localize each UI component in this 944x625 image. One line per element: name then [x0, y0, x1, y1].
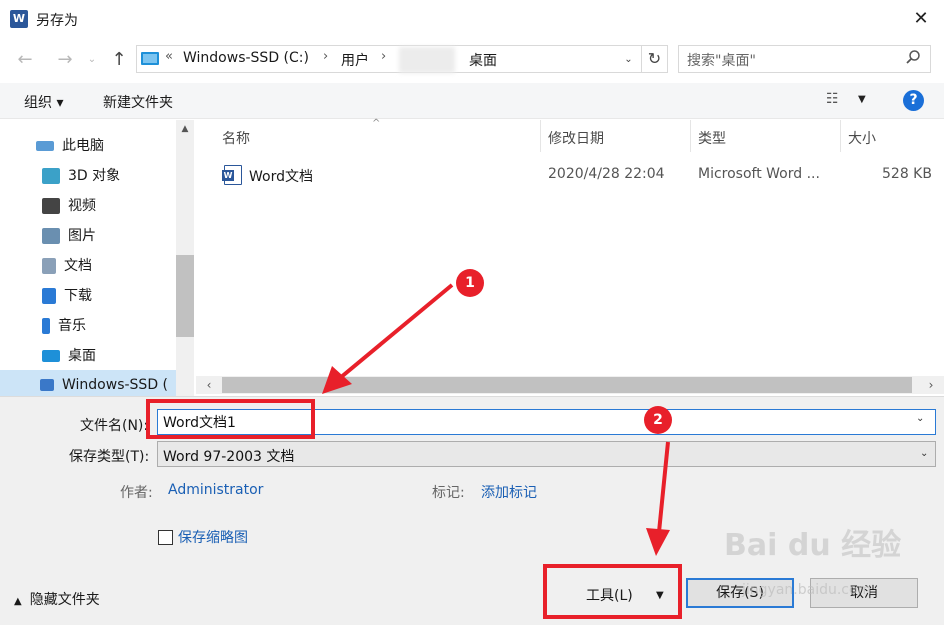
column-header-modified[interactable]: 修改日期 — [548, 128, 604, 148]
up-folder-button[interactable]: ↑ — [106, 47, 132, 73]
sidebar-item-pictures[interactable]: 图片 — [42, 222, 182, 250]
cube-icon — [42, 168, 60, 184]
new-folder-button[interactable]: 新建文件夹 — [103, 92, 173, 112]
annotation-box-tools — [543, 564, 682, 619]
tags-label: 标记: — [432, 485, 465, 501]
organize-button[interactable]: 组织 ▾ — [24, 92, 63, 112]
savetype-dropdown-icon[interactable]: ⌄ — [920, 448, 928, 459]
file-list: ^ 名称 修改日期 类型 大小 Word文档 2020/4/28 22:04 M… — [196, 118, 944, 376]
filename-dropdown-icon[interactable]: ⌄ — [916, 413, 924, 424]
sidebar-item-label: 桌面 — [68, 348, 96, 364]
search-input[interactable]: 搜索"桌面" — [678, 45, 931, 73]
breadcrumb-separator[interactable]: › — [381, 49, 386, 64]
address-overflow[interactable]: « — [165, 49, 173, 64]
desktop-icon — [42, 350, 60, 362]
recent-locations-button[interactable]: ⌄ — [84, 47, 100, 73]
sidebar-item-this-pc[interactable]: 此电脑 — [36, 132, 176, 160]
view-dropdown-icon[interactable]: ▼ — [858, 94, 866, 105]
sidebar-item-label: 视频 — [68, 198, 96, 214]
file-type: Microsoft Word ... — [698, 166, 820, 182]
sidebar-item-label: 文档 — [64, 258, 92, 274]
view-options-icon[interactable]: ☷ — [826, 91, 839, 107]
computer-icon — [36, 141, 54, 151]
savetype-select[interactable]: Word 97-2003 文档 ⌄ — [157, 441, 936, 467]
picture-icon — [42, 228, 60, 244]
breadcrumb-users[interactable]: 用户 — [341, 50, 369, 70]
address-bar[interactable]: « Windows-SSD (C:) › 用户 › 桌面 ⌄ ↻ — [136, 45, 668, 73]
sidebar-item-documents[interactable]: 文档 — [42, 252, 182, 280]
hscroll-thumb[interactable] — [222, 377, 912, 393]
close-button[interactable]: ✕ — [898, 0, 944, 38]
drive-icon — [40, 379, 54, 391]
file-modified: 2020/4/28 22:04 — [548, 166, 665, 182]
music-icon — [42, 318, 50, 334]
save-thumbnail-label[interactable]: 保存缩略图 — [178, 527, 248, 547]
sidebar-item-label: 图片 — [68, 228, 96, 244]
back-button[interactable]: ← — [12, 47, 38, 73]
sidebar-item-music[interactable]: 音乐 — [42, 312, 182, 340]
computer-icon — [141, 52, 159, 65]
breadcrumb-desktop[interactable]: 桌面 — [469, 50, 497, 70]
title-bar: W 另存为 ✕ — [0, 0, 944, 38]
sidebar-item-label: 3D 对象 — [68, 168, 121, 184]
hide-folders-label: 隐藏文件夹 — [29, 592, 100, 608]
sidebar-item-downloads[interactable]: 下载 — [42, 282, 182, 310]
column-header-type[interactable]: 类型 — [698, 128, 726, 148]
file-name: Word文档 — [249, 169, 313, 185]
breadcrumb-separator[interactable]: › — [323, 49, 328, 64]
author-label: 作者: — [120, 485, 153, 501]
author-value[interactable]: Administrator — [168, 482, 263, 498]
column-divider[interactable] — [690, 120, 691, 152]
sidebar-item-windows-ssd[interactable]: Windows-SSD ( — [40, 371, 180, 399]
document-icon — [42, 258, 56, 274]
baidu-watermark-url: jingyan.baidu.com — [742, 582, 872, 598]
download-icon — [42, 288, 56, 304]
word-document-icon — [222, 165, 242, 185]
window-title: 另存为 — [36, 13, 78, 29]
nav-scroll-up-button[interactable]: ▲ — [176, 124, 194, 140]
help-icon[interactable]: ? — [903, 90, 924, 111]
annotation-box-filename — [146, 399, 315, 439]
film-icon — [42, 198, 60, 214]
sidebar-item-label: 下载 — [64, 288, 92, 304]
sidebar-item-desktop[interactable]: 桌面 — [42, 342, 182, 370]
savetype-label: 保存类型(T): — [69, 449, 150, 465]
save-thumbnail-checkbox[interactable] — [158, 530, 173, 545]
sort-ascending-icon: ^ — [372, 118, 381, 129]
table-row[interactable]: Word文档 2020/4/28 22:04 Microsoft Word ..… — [196, 160, 944, 190]
redacted-username — [399, 47, 455, 73]
column-header-name[interactable]: 名称 — [222, 128, 250, 148]
column-divider[interactable] — [840, 120, 841, 152]
nav-scroll-thumb[interactable] — [176, 255, 194, 337]
sidebar-item-3d-objects[interactable]: 3D 对象 — [42, 162, 182, 190]
sidebar-item-label: Windows-SSD ( — [62, 377, 169, 393]
chevron-up-icon: ▲ — [14, 596, 22, 607]
hide-folders-button[interactable]: ▲ 隐藏文件夹 — [14, 589, 100, 609]
word-app-icon: W — [10, 10, 28, 28]
refresh-button[interactable]: ↻ — [641, 46, 667, 72]
column-divider[interactable] — [540, 120, 541, 152]
tags-value[interactable]: 添加标记 — [481, 482, 537, 502]
annotation-badge-1: 1 — [456, 269, 484, 297]
search-icon[interactable] — [905, 49, 921, 69]
sidebar-item-label: 音乐 — [58, 318, 86, 334]
search-placeholder: 搜索"桌面" — [687, 53, 756, 69]
file-size: 528 KB — [882, 166, 932, 182]
savetype-value: Word 97-2003 文档 — [163, 449, 295, 465]
breadcrumb-drive[interactable]: Windows-SSD (C:) — [183, 50, 309, 66]
scroll-left-button[interactable]: ‹ — [200, 376, 218, 394]
sidebar-item-videos[interactable]: 视频 — [42, 192, 182, 220]
sidebar-item-label: 此电脑 — [62, 138, 104, 154]
column-header-size[interactable]: 大小 — [848, 128, 876, 148]
address-dropdown[interactable]: ⌄ — [617, 49, 639, 71]
baidu-watermark: Bai du 经验 — [724, 528, 902, 563]
filename-label: 文件名(N): — [80, 418, 149, 434]
scroll-right-button[interactable]: › — [922, 376, 940, 394]
forward-button[interactable]: → — [52, 47, 78, 73]
toolbar: 组织 ▾ 新建文件夹 ☷ ▼ ? — [0, 83, 944, 119]
annotation-badge-2: 2 — [644, 406, 672, 434]
